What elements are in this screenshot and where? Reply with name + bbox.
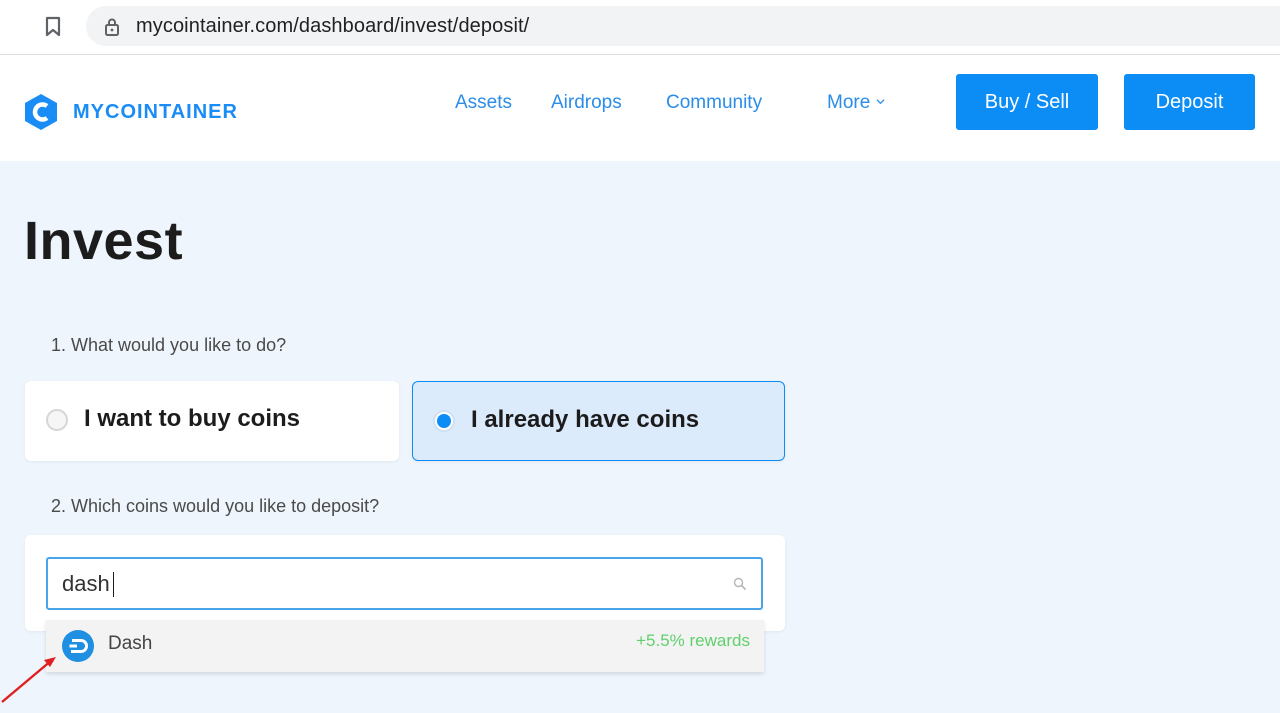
coin-search-input[interactable] xyxy=(46,557,763,610)
nav-more-label: More xyxy=(827,92,871,113)
search-results-dropdown: Dash +5.5% rewards xyxy=(46,620,764,672)
option-already-have-coins-label: I already have coins xyxy=(471,406,700,433)
logo-text[interactable]: MYCOINTAINER xyxy=(73,101,238,124)
option-buy-coins-label: I want to buy coins xyxy=(84,405,301,432)
browser-address-bar: mycointainer.com/dashboard/invest/deposi… xyxy=(0,0,1280,55)
url-text[interactable]: mycointainer.com/dashboard/invest/deposi… xyxy=(136,15,529,38)
nav-community[interactable]: Community xyxy=(666,92,762,114)
nav-more[interactable]: More xyxy=(827,92,885,114)
option-already-have-coins[interactable]: I already have coins xyxy=(412,381,785,461)
chevron-down-icon xyxy=(876,99,885,105)
radio-buy-coins[interactable] xyxy=(46,409,68,431)
site-header: MYCOINTAINER Assets Airdrops Community M… xyxy=(0,55,1280,161)
red-arrow-annotation xyxy=(1,657,56,703)
radio-already-have-coins[interactable] xyxy=(433,410,455,432)
bookmark-icon[interactable] xyxy=(44,16,62,38)
option-buy-coins[interactable]: I want to buy coins xyxy=(25,381,399,461)
deposit-button[interactable]: Deposit xyxy=(1124,74,1255,130)
result-coin-name: Dash xyxy=(108,633,153,654)
nav-assets[interactable]: Assets xyxy=(455,92,512,114)
text-caret xyxy=(113,572,114,597)
lock-icon[interactable] xyxy=(104,17,120,37)
question-which-coins: 2. Which coins would you like to deposit… xyxy=(51,496,380,516)
buy-sell-button[interactable]: Buy / Sell xyxy=(956,74,1098,130)
search-icon xyxy=(733,577,747,591)
question-what-to-do: 1. What would you like to do? xyxy=(51,335,287,355)
mycointainer-logo-icon[interactable] xyxy=(24,93,58,131)
coin-search-card xyxy=(25,535,785,631)
result-rewards: +5.5% rewards xyxy=(636,631,750,650)
nav-airdrops[interactable]: Airdrops xyxy=(551,92,622,114)
page-title: Invest xyxy=(24,211,184,271)
